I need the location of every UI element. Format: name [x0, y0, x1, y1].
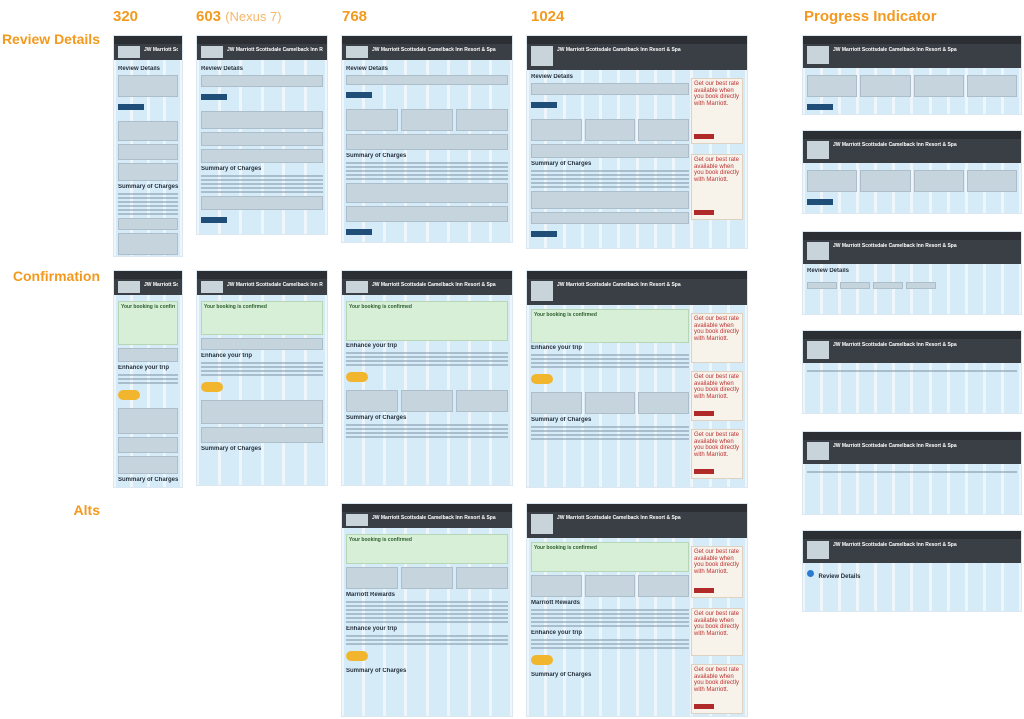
column-header-768: 768: [342, 8, 368, 25]
confirmation-603-mockup: JW Marriott Scottsdale Camelback Inn Res…: [196, 270, 328, 486]
row-label-review-details: Review Details: [1, 31, 100, 47]
progress-dot-icon: [807, 570, 814, 578]
car-icon: [531, 374, 553, 384]
column-header-320: 320: [113, 8, 139, 25]
row-label-alts: Alts: [73, 502, 100, 518]
progress-indicator-mockup-1: JW Marriott Scottsdale Camelback Inn Res…: [802, 35, 1022, 115]
progress-indicator-mockup-3: JW Marriott Scottsdale Camelback Inn Res…: [802, 231, 1022, 315]
alts-768-mockup: JW Marriott Scottsdale Camelback Inn Res…: [341, 503, 513, 717]
progress-indicator-mockup-2: JW Marriott Scottsdale Camelback Inn Res…: [802, 130, 1022, 214]
car-icon: [346, 651, 368, 661]
progress-indicator-mockup-5: JW Marriott Scottsdale Camelback Inn Res…: [802, 431, 1022, 515]
column-header-progress-indicator: Progress Indicator: [804, 8, 937, 25]
confirmation-320-mockup: JW Marriott Scottsdale Camelback Inn Res…: [113, 270, 183, 488]
review-details-768-mockup: JW Marriott Scottsdale Camelback Inn Res…: [341, 35, 513, 243]
progress-indicator-mockup-6: JW Marriott Scottsdale Camelback Inn Res…: [802, 530, 1022, 612]
review-details-320-mockup: JW Marriott Scottsdale Camelback Inn Res…: [113, 35, 183, 257]
confirmation-1024-mockup: JW Marriott Scottsdale Camelback Inn Res…: [526, 270, 748, 488]
confirmation-768-mockup: JW Marriott Scottsdale Camelback Inn Res…: [341, 270, 513, 486]
column-header-1024: 1024: [531, 8, 565, 25]
car-icon: [118, 390, 140, 400]
row-label-confirmation: Confirmation: [12, 268, 100, 284]
progress-indicator-mockup-4: JW Marriott Scottsdale Camelback Inn Res…: [802, 330, 1022, 414]
review-details-603-mockup: JW Marriott Scottsdale Camelback Inn Res…: [196, 35, 328, 235]
alts-1024-mockup: JW Marriott Scottsdale Camelback Inn Res…: [526, 503, 748, 717]
car-icon: [531, 655, 553, 665]
review-details-1024-mockup: JW Marriott Scottsdale Camelback Inn Res…: [526, 35, 748, 249]
column-header-603: 603 (Nexus 7): [196, 8, 282, 25]
car-icon: [201, 382, 223, 392]
car-icon: [346, 372, 368, 382]
